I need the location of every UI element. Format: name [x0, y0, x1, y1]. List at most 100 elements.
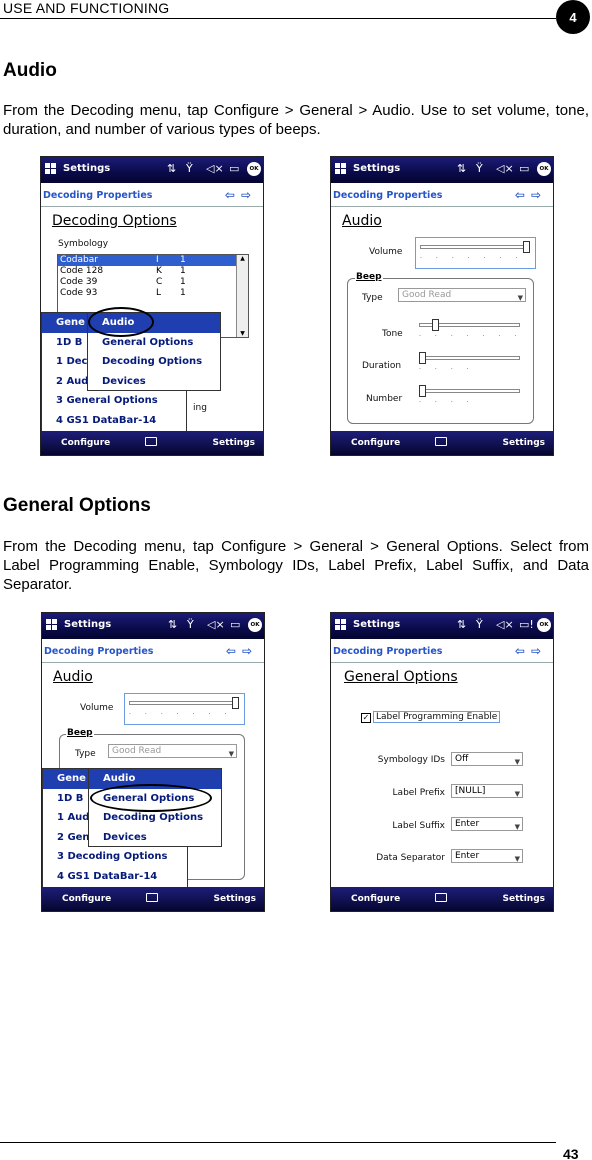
number-label: Number	[366, 394, 403, 404]
nav-arrows-icon[interactable]: ⇦⇨	[515, 188, 547, 202]
signal-off-icon[interactable]: Ÿ	[476, 162, 483, 176]
volume-mute-icon[interactable]: ◁×	[207, 618, 225, 632]
list-item[interactable]: Codabar I 1	[58, 255, 248, 266]
list-item[interactable]: Code 93 L 1	[58, 288, 248, 299]
duration-slider[interactable]: ····	[419, 352, 520, 373]
volume-mute-icon[interactable]: ◁×	[206, 162, 224, 176]
symbology-ids-label: Symbology IDs	[377, 755, 445, 765]
volume-label: Volume	[80, 703, 114, 713]
signal-off-icon[interactable]: Ÿ	[186, 162, 193, 176]
volume-mute-icon[interactable]: ◁×	[496, 162, 514, 176]
subtitle-bar: Decoding Properties ⇦⇨	[42, 639, 264, 663]
number-slider[interactable]: ····	[419, 385, 520, 406]
connectivity-icon[interactable]: ⇅	[168, 618, 177, 632]
subtitle-bar: Decoding Properties ⇦⇨	[331, 183, 553, 207]
battery-icon[interactable]: ▭	[519, 162, 529, 176]
submenu-item-decoding-options[interactable]: Decoding Options	[88, 352, 220, 372]
menu-item-gs1-databar[interactable]: 4 GS1 DataBar-14	[42, 411, 186, 431]
subtitle: Decoding Properties	[44, 646, 154, 657]
nav-arrows-icon[interactable]: ⇦⇨	[225, 188, 257, 202]
connectivity-icon[interactable]: ⇅	[457, 162, 466, 176]
keyboard-icon[interactable]	[435, 437, 447, 446]
general-options-heading: General Options	[3, 495, 151, 516]
chapter-badge: 4	[556, 0, 590, 34]
configure-button[interactable]: Configure	[351, 438, 400, 448]
label-prefix-select[interactable]: [NULL] ▼	[451, 784, 523, 798]
dropdown-arrow-icon: ▼	[514, 790, 520, 798]
configure-button[interactable]: Configure	[62, 894, 111, 904]
dropdown-arrow-icon: ▼	[228, 750, 234, 758]
nav-arrows-icon[interactable]: ⇦⇨	[515, 644, 547, 658]
label-prefix-label: Label Prefix	[392, 788, 445, 798]
settings-button[interactable]: Settings	[213, 438, 255, 448]
scroll-down-icon[interactable]: ▼	[237, 330, 248, 337]
battery-alert-icon[interactable]: ▭!	[519, 618, 534, 632]
volume-mute-icon[interactable]: ◁×	[496, 618, 514, 632]
screenshot-audio-menu: Settings ⇅ Ÿ ◁× ▭ OK Decoding Properties…	[41, 612, 265, 912]
windows-start-icon[interactable]	[335, 163, 347, 175]
label-programming-checkbox[interactable]: ✓	[361, 713, 371, 723]
ok-button[interactable]: OK	[537, 162, 551, 176]
nav-arrows-icon[interactable]: ⇦⇨	[226, 644, 258, 658]
volume-slider-box: ·······	[415, 237, 536, 269]
battery-icon[interactable]: ▭	[229, 162, 239, 176]
data-separator-select[interactable]: Enter ▼	[451, 849, 523, 863]
connectivity-icon[interactable]: ⇅	[457, 618, 466, 632]
slider-knob[interactable]	[523, 241, 530, 253]
ok-button[interactable]: OK	[537, 618, 551, 632]
slider-knob[interactable]	[419, 352, 426, 364]
slider-knob[interactable]	[432, 319, 440, 331]
bottom-menu-bar: Configure Settings	[42, 887, 264, 911]
page-title: Decoding Options	[52, 213, 177, 229]
highlight-oval	[88, 307, 154, 337]
slider-knob[interactable]	[419, 385, 426, 397]
app-title: Settings	[64, 619, 112, 630]
ok-button[interactable]: OK	[247, 162, 261, 176]
signal-off-icon[interactable]: Ÿ	[187, 618, 194, 632]
type-select[interactable]: Good Read ▼	[398, 288, 526, 302]
tone-slider[interactable]: ·······	[419, 319, 520, 340]
settings-button[interactable]: Settings	[503, 894, 545, 904]
keyboard-icon[interactable]	[146, 893, 158, 902]
battery-icon[interactable]: ▭	[230, 618, 240, 632]
type-select[interactable]: Good Read ▼	[108, 744, 237, 758]
signal-off-icon[interactable]: Ÿ	[476, 618, 483, 632]
menu-item-general-options[interactable]: 3 General Options	[42, 391, 186, 411]
submenu-item-devices[interactable]: Devices	[88, 372, 220, 392]
menu-item-gs1-databar[interactable]: 4 GS1 DataBar-14	[43, 867, 187, 887]
settings-button[interactable]: Settings	[214, 894, 256, 904]
label-suffix-select[interactable]: Enter ▼	[451, 817, 523, 831]
submenu-item-devices[interactable]: Devices	[89, 828, 221, 848]
list-item[interactable]: Code 39 C 1	[58, 277, 248, 288]
audio-heading: Audio	[3, 60, 57, 81]
ok-button[interactable]: OK	[248, 618, 262, 632]
tone-label: Tone	[382, 329, 403, 339]
settings-button[interactable]: Settings	[503, 438, 545, 448]
configure-button[interactable]: Configure	[351, 894, 400, 904]
volume-slider[interactable]: ·······	[129, 697, 239, 718]
windows-start-icon[interactable]	[46, 619, 58, 631]
scroll-up-icon[interactable]: ▲	[237, 255, 248, 262]
keyboard-icon[interactable]	[145, 437, 157, 446]
windows-start-icon[interactable]	[45, 163, 57, 175]
list-item[interactable]: Code 128 K 1	[58, 266, 248, 277]
running-header: USE AND FUNCTIONING	[3, 0, 170, 16]
volume-slider-box: ·······	[124, 693, 245, 725]
symbology-ids-select[interactable]: Off ▼	[451, 752, 523, 766]
configure-button[interactable]: Configure	[61, 438, 110, 448]
slider-knob[interactable]	[232, 697, 239, 709]
header-rule	[0, 18, 556, 19]
app-title: Settings	[353, 163, 401, 174]
menu-item-decoding-options[interactable]: 3 Decoding Options	[43, 847, 187, 867]
keyboard-icon[interactable]	[435, 893, 447, 902]
type-label: Type	[75, 749, 96, 759]
bottom-menu-bar: Configure Settings	[331, 431, 553, 455]
list-scrollbar[interactable]: ▲ ▼	[236, 255, 248, 337]
connectivity-icon[interactable]: ⇅	[167, 162, 176, 176]
label-suffix-label: Label Suffix	[392, 821, 445, 831]
duration-label: Duration	[362, 361, 402, 371]
highlight-oval	[90, 784, 212, 812]
label-programming-label[interactable]: Label Programming Enable	[373, 711, 501, 723]
windows-start-icon[interactable]	[335, 619, 347, 631]
volume-slider[interactable]: ·······	[420, 241, 530, 262]
